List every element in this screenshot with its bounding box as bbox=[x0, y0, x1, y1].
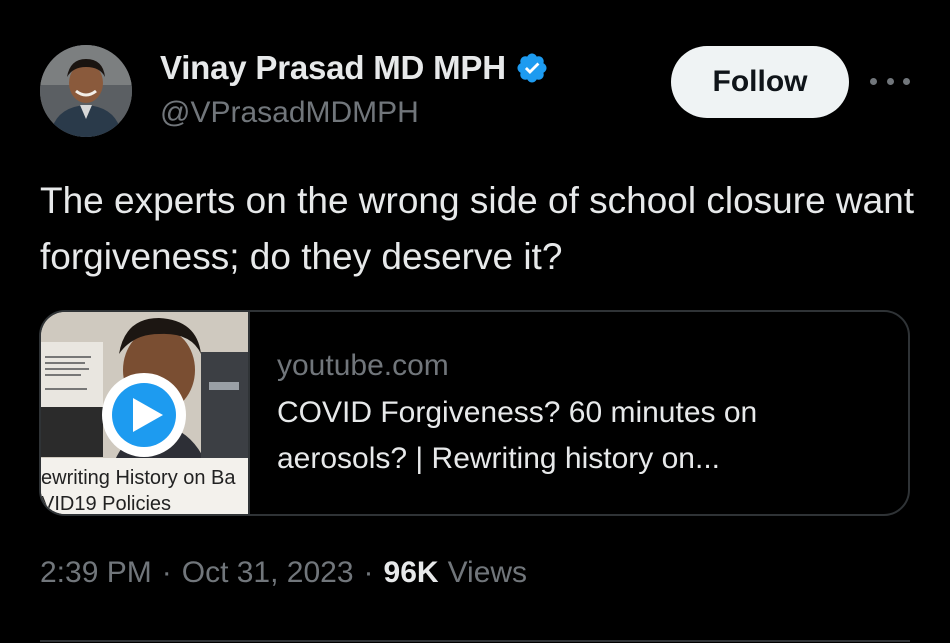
link-preview-card[interactable]: ewriting History on Ba VID19 Policies yo… bbox=[39, 310, 910, 516]
card-meta[interactable]: youtube.com COVID Forgiveness? 60 minute… bbox=[277, 346, 887, 482]
tweet-time[interactable]: 2:39 PM bbox=[40, 556, 152, 590]
avatar[interactable] bbox=[40, 45, 132, 137]
more-dot bbox=[870, 77, 877, 85]
tweet-meta: 2:39 PM · Oct 31, 2023 · 96K Views bbox=[40, 556, 527, 590]
thumbnail-caption-line2: VID19 Policies bbox=[41, 493, 172, 515]
card-thumbnail[interactable]: ewriting History on Ba VID19 Policies bbox=[41, 312, 250, 515]
more-dot bbox=[886, 77, 894, 85]
more-options-icon[interactable] bbox=[870, 66, 910, 96]
follow-button[interactable]: Follow bbox=[671, 46, 849, 118]
thumbnail-caption-line1: ewriting History on Ba bbox=[41, 467, 236, 489]
verified-badge-icon bbox=[515, 51, 549, 85]
bottom-divider bbox=[40, 640, 910, 642]
views-count[interactable]: 96K bbox=[384, 556, 439, 590]
separator-dot: · bbox=[161, 556, 172, 589]
tweet-date[interactable]: Oct 31, 2023 bbox=[182, 556, 354, 590]
user-avatar-icon bbox=[40, 45, 132, 137]
author-handle[interactable]: @VPrasadMDMPH bbox=[160, 96, 419, 130]
views-label: Views bbox=[447, 556, 528, 589]
tweet-text: The experts on the wrong side of school … bbox=[40, 180, 915, 277]
separator-dot: · bbox=[363, 556, 374, 589]
more-dot bbox=[903, 77, 910, 85]
card-domain: youtube.com bbox=[277, 349, 449, 382]
author-name-row[interactable]: Vinay Prasad MD MPH bbox=[160, 48, 549, 88]
author-display-name[interactable]: Vinay Prasad MD MPH bbox=[160, 49, 506, 87]
card-title[interactable]: COVID Forgiveness? 60 minutes on aerosol… bbox=[277, 390, 887, 482]
